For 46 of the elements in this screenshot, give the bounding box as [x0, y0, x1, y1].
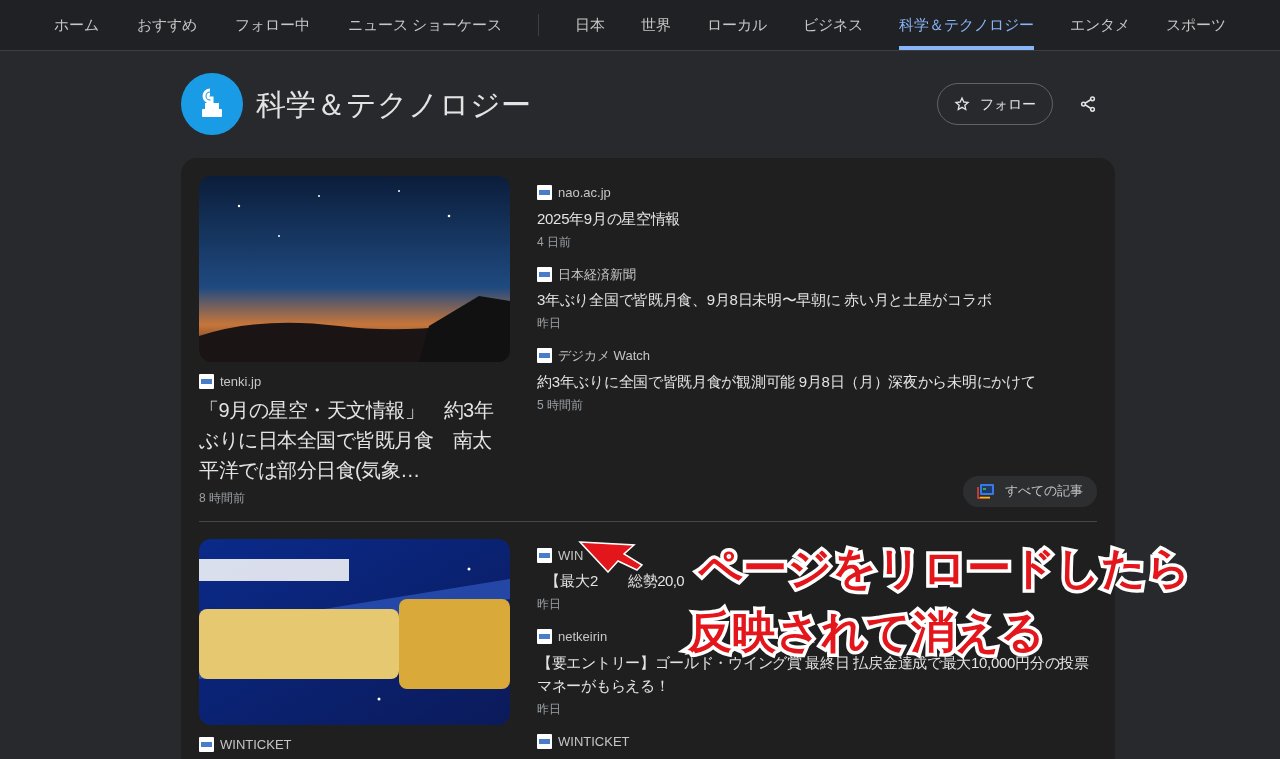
- all-articles-button[interactable]: すべての記事: [963, 475, 1097, 507]
- timestamp: 昨日: [537, 315, 562, 332]
- star-icon: [954, 96, 970, 112]
- timestamp: 昨日: [537, 700, 562, 718]
- nav-tab[interactable]: ホーム: [54, 0, 99, 50]
- timestamp: 5 時間前: [537, 396, 584, 414]
- nav-tab[interactable]: スポーツ: [1166, 0, 1227, 50]
- nav-tab[interactable]: 科学＆テクノロジー: [899, 0, 1035, 50]
- annotation-text: 反映されて消える: [688, 606, 1045, 656]
- headline-link[interactable]: 「9月の星空・天文情報」 約3年ぶりに日本全国で皆既月食 南太平洋では部分日食(気象…: [199, 394, 510, 485]
- timestamp: 8 時間前: [199, 489, 246, 507]
- article-title-fragment: 総勢20,0: [628, 571, 684, 591]
- nav-tab[interactable]: ローカル: [707, 0, 768, 50]
- site-favicon-icon: [199, 736, 214, 752]
- nav-tab[interactable]: フォロー中: [235, 0, 310, 50]
- nav-tab[interactable]: エンタメ: [1070, 0, 1131, 50]
- timestamp: 昨日: [537, 596, 562, 613]
- share-icon[interactable]: [1079, 95, 1097, 113]
- nav-tab[interactable]: おすすめ: [137, 0, 197, 50]
- nav-tab[interactable]: ビジネス: [803, 0, 864, 50]
- article-link[interactable]: 2025年9月の星空情報: [537, 206, 1097, 230]
- site-favicon-icon: [537, 629, 552, 645]
- topic-title: 科学＆テクノロジー: [256, 86, 531, 123]
- source-name: デジカメ Watch: [558, 347, 650, 365]
- annotation-text: ページをリロードしたら: [698, 542, 1191, 594]
- article-link[interactable]: 約3年ぶりに全国で皆既月食が観測可能 9月8日（月）深夜から未明にかけて: [537, 369, 1097, 393]
- site-favicon-icon: [199, 374, 214, 390]
- source-name: WINTICKET: [220, 735, 292, 754]
- article-link[interactable]: 3年ぶり全国で皆既月食、9月8日未明〜早朝に 赤い月と土星がコラボ: [537, 288, 1097, 311]
- site-favicon-icon: [537, 348, 552, 364]
- source-name: WINTICKET: [558, 732, 630, 751]
- site-favicon-icon: [537, 266, 552, 282]
- nav-tab[interactable]: 世界: [641, 0, 672, 50]
- news-icon: [977, 483, 995, 499]
- site-favicon-icon: [537, 185, 552, 201]
- source-name: netkeirin: [558, 628, 608, 646]
- article-title-fragment: 【最大2: [545, 571, 599, 591]
- source-name: 日本経済新聞: [558, 265, 636, 284]
- source-name: nao.ac.jp: [558, 184, 611, 202]
- source-name: tenki.jp: [220, 373, 262, 391]
- source-name: WIN: [558, 546, 584, 565]
- timestamp: 4 日前: [537, 233, 572, 251]
- site-favicon-icon: [537, 733, 552, 749]
- nav-tab[interactable]: ニュース ショーケース: [348, 0, 503, 50]
- nav-tab[interactable]: 日本: [575, 0, 606, 50]
- site-favicon-icon: [537, 547, 552, 563]
